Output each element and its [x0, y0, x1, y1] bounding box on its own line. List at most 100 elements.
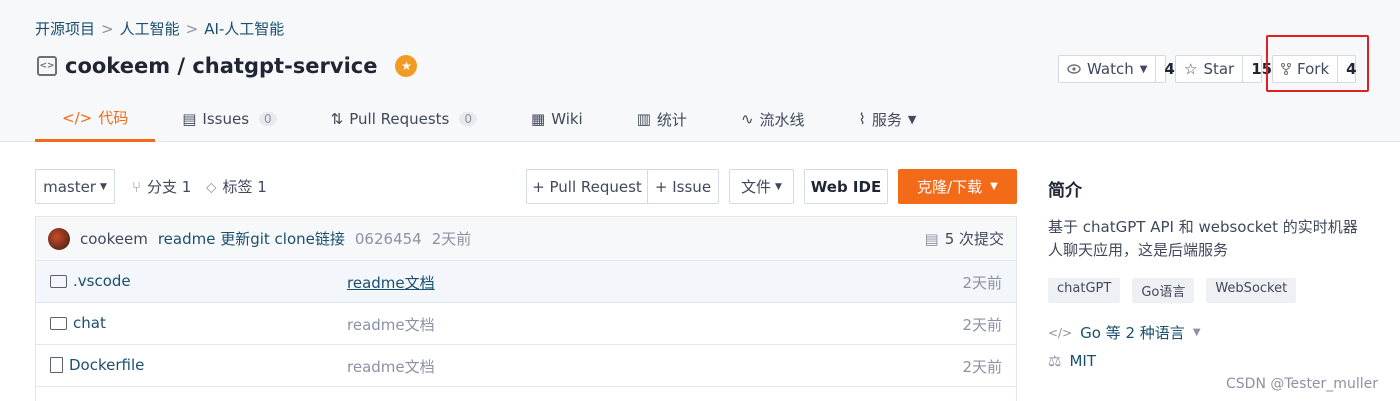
- list-item[interactable]: .vscode readme文档 2天前: [36, 261, 1016, 303]
- file-time: 2天前: [962, 358, 1002, 376]
- code-icon: <>: [37, 56, 57, 76]
- chevron-down-icon: ▼: [1139, 63, 1148, 75]
- tab-count: 0: [259, 112, 277, 126]
- web-ide-button[interactable]: Web IDE: [804, 169, 888, 204]
- clone-label: 克隆/下载: [917, 178, 983, 196]
- tab-label: Pull Requests: [349, 110, 450, 128]
- watermark: CSDN @Tester_muller: [1226, 376, 1378, 392]
- star-icon: ☆: [1184, 60, 1198, 78]
- repo-description: 基于 chatGPT API 和 websocket 的实时机器人聊天应用，这是…: [1048, 218, 1358, 259]
- file-icon: [50, 357, 63, 373]
- branches-count: 分支 1: [147, 178, 192, 196]
- avatar[interactable]: [48, 227, 70, 250]
- wiki-icon: ▦: [531, 110, 546, 128]
- breadcrumb-separator: >: [101, 19, 114, 38]
- star-button[interactable]: ☆ Star 15: [1175, 55, 1272, 83]
- repo-name[interactable]: cookeem / chatgpt-service: [65, 54, 377, 78]
- tab-services[interactable]: ⌇ 服务 ▼: [832, 96, 944, 142]
- file-commit-message[interactable]: readme文档: [347, 272, 435, 293]
- pipeline-icon: ∿: [740, 110, 754, 128]
- tab-label: 流水线: [759, 110, 805, 129]
- file-time: 2天前: [962, 274, 1002, 292]
- star-label: Star: [1203, 60, 1235, 78]
- fork-highlight-box: [1266, 35, 1369, 92]
- list-item[interactable]: chat readme文档 2天前: [36, 303, 1016, 345]
- chevron-down-icon: ▼: [1192, 327, 1201, 338]
- chevron-down-icon: ▼: [990, 181, 998, 192]
- history-icon: ▤: [924, 229, 939, 248]
- sidebar-title: 简介: [1048, 181, 1082, 201]
- tab-pipeline[interactable]: ∿ 流水线: [714, 96, 832, 142]
- branch-icon: ⑂: [132, 177, 142, 196]
- services-icon: ⌇: [858, 110, 866, 128]
- recommend-badge-icon: ★: [395, 55, 418, 77]
- file-name[interactable]: chat: [73, 314, 106, 332]
- chevron-down-icon: ▼: [775, 181, 782, 192]
- file-list: cookeem readme 更新git clone链接 0626454 2天前…: [35, 216, 1017, 401]
- file-name[interactable]: .vscode: [73, 272, 131, 290]
- pull-request-icon: ⇅: [330, 110, 344, 128]
- commit-count: 5 次提交: [944, 230, 1004, 248]
- tab-count: 0: [459, 112, 478, 126]
- tab-code[interactable]: </> 代码: [35, 96, 156, 142]
- clone-download-button[interactable]: 克隆/下载 ▼: [898, 169, 1017, 204]
- tab-label: Issues: [202, 110, 250, 128]
- tag-icon: ⬦: [206, 177, 217, 196]
- tab-issues[interactable]: ▤ Issues 0: [155, 96, 303, 142]
- code-icon: </>: [62, 108, 93, 127]
- commit-message[interactable]: readme 更新git clone链接: [158, 228, 345, 249]
- breadcrumb: 开源项目 > 人工智能 > AI-人工智能: [35, 18, 284, 39]
- commit-count-link[interactable]: ▤ 5 次提交: [925, 228, 1005, 249]
- commit-hash[interactable]: 0626454: [355, 230, 422, 248]
- topic-tag[interactable]: Go语言: [1132, 278, 1195, 303]
- branches-link[interactable]: ⑂ 分支 1: [132, 176, 191, 197]
- language-link[interactable]: </> Go 等 2 种语言 ▼: [1048, 322, 1201, 343]
- language-label: Go 等 2 种语言: [1080, 324, 1185, 342]
- commit-time: 2天前: [431, 230, 472, 248]
- folder-icon: [50, 274, 67, 288]
- breadcrumb-item[interactable]: 人工智能: [120, 18, 180, 39]
- code-icon: </>: [1048, 325, 1073, 340]
- repo-title: <> cookeem / chatgpt-service ★: [37, 54, 418, 78]
- file-menu-button[interactable]: 文件 ▼: [729, 169, 794, 204]
- stats-icon: ▥: [636, 110, 651, 128]
- breadcrumb-item[interactable]: 开源项目: [35, 18, 95, 39]
- watch-button[interactable]: Watch ▼ 4: [1058, 55, 1175, 83]
- topic-tag[interactable]: chatGPT: [1048, 278, 1121, 303]
- branch-label: master: [43, 177, 96, 196]
- file-time: 2天前: [962, 316, 1002, 334]
- folder-icon: [50, 316, 67, 330]
- license-label: MIT: [1069, 352, 1096, 370]
- topic-tags: chatGPT Go语言 WebSocket: [1048, 278, 1297, 303]
- tab-label: Wiki: [551, 110, 583, 128]
- tab-label: 服务: [871, 110, 902, 129]
- new-pull-request-button[interactable]: + Pull Request: [526, 169, 648, 204]
- tab-label: 统计: [656, 110, 687, 129]
- new-issue-button[interactable]: + Issue: [647, 169, 719, 204]
- watch-label: Watch: [1087, 60, 1134, 78]
- topic-tag[interactable]: WebSocket: [1206, 278, 1297, 303]
- issues-icon: ▤: [182, 110, 197, 128]
- tags-link[interactable]: ⬦ 标签 1: [206, 176, 267, 197]
- breadcrumb-item[interactable]: AI-人工智能: [204, 18, 284, 39]
- tags-count: 标签 1: [222, 178, 267, 196]
- file-name[interactable]: Dockerfile: [69, 356, 144, 374]
- latest-commit: cookeem readme 更新git clone链接 0626454 2天前…: [36, 217, 1016, 261]
- branch-select[interactable]: master ▼: [35, 169, 115, 204]
- file-menu-label: 文件: [741, 178, 772, 196]
- chevron-down-icon: ▼: [907, 112, 917, 126]
- repo-tabs: </> 代码 ▤ Issues 0 ⇅ Pull Requests 0 ▦ Wi…: [35, 96, 943, 142]
- chevron-down-icon: ▼: [99, 181, 107, 192]
- tab-wiki[interactable]: ▦ Wiki: [504, 96, 610, 142]
- file-commit-message[interactable]: readme文档: [347, 356, 435, 377]
- scale-icon: ⚖: [1048, 352, 1062, 370]
- tab-label: 代码: [98, 109, 129, 127]
- license-link[interactable]: ⚖ MIT: [1048, 352, 1096, 370]
- tab-stats[interactable]: ▥ 统计: [610, 96, 714, 142]
- breadcrumb-separator: >: [185, 19, 199, 38]
- eye-icon: [1067, 64, 1081, 74]
- file-commit-message[interactable]: readme文档: [347, 314, 435, 335]
- tab-pull-requests[interactable]: ⇅ Pull Requests 0: [304, 96, 504, 142]
- list-item[interactable]: Dockerfile readme文档 2天前: [36, 345, 1016, 387]
- commit-author[interactable]: cookeem: [80, 230, 148, 248]
